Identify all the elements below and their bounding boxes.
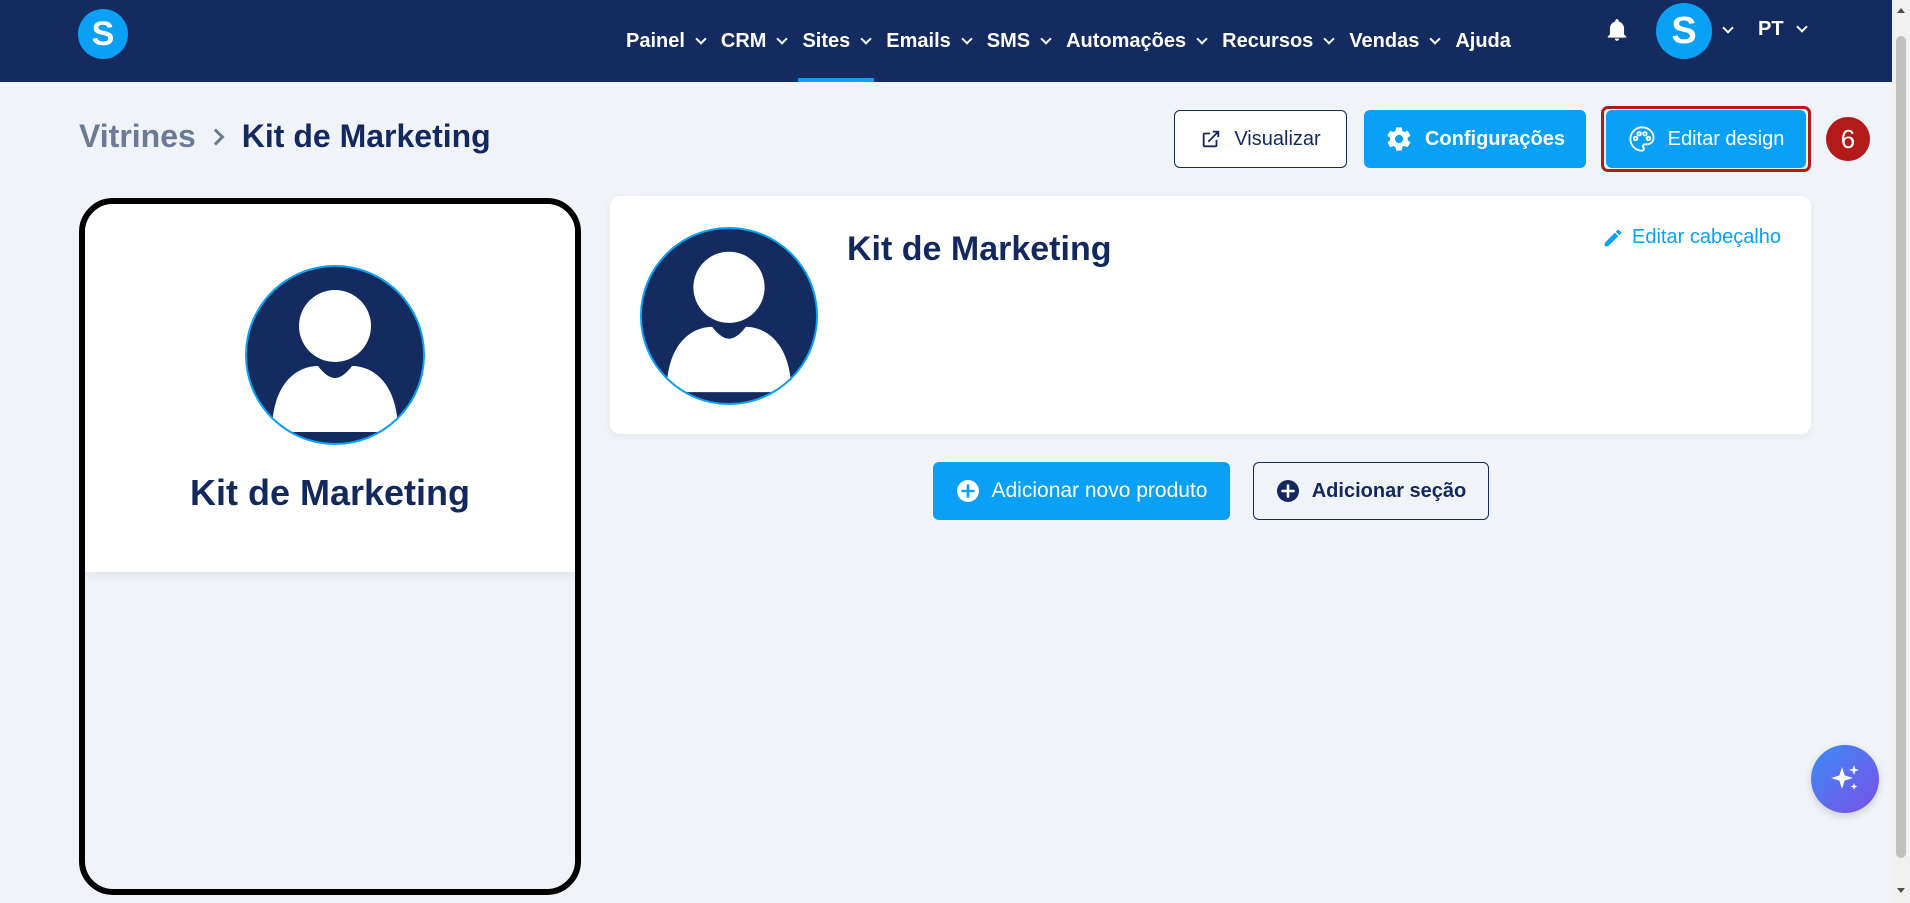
top-navbar: S Painel CRM Sites Emails SMS Automações… [0, 0, 1892, 82]
breadcrumb: Vitrines Kit de Marketing [79, 118, 491, 155]
chevron-down-icon [695, 32, 707, 45]
pencil-icon [1604, 229, 1622, 246]
add-section-label: Adicionar seção [1311, 479, 1467, 502]
edit-design-button-label: Editar design [1667, 127, 1785, 150]
page-title: Kit de Marketing [241, 118, 491, 154]
nav-item-label: Emails [886, 29, 951, 52]
profile-avatar-icon[interactable] [639, 226, 819, 406]
nav-item-recursos[interactable]: Recursos [1216, 0, 1339, 82]
sparkles-icon [1831, 765, 1859, 790]
edit-header-label: Editar cabeçalho [1632, 226, 1781, 248]
preview-button-label: Visualizar [1234, 127, 1321, 150]
bell-icon[interactable] [1604, 17, 1630, 43]
edit-header-link[interactable]: Editar cabeçalho [1602, 226, 1781, 249]
nav-item-label: SMS [986, 29, 1031, 52]
nav-item-painel[interactable]: Painel [620, 0, 711, 82]
nav-item-label: CRM [720, 29, 767, 52]
chevron-down-icon [1323, 32, 1335, 45]
nav-item-vendas[interactable]: Vendas [1343, 0, 1445, 82]
settings-button[interactable]: Configurações [1364, 110, 1586, 168]
add-product-button[interactable]: Adicionar novo produto [933, 462, 1230, 520]
language-selector[interactable]: PT [1758, 18, 1808, 41]
gear-icon [1387, 127, 1411, 151]
phone-preview-title: Kit de Marketing [189, 472, 471, 513]
scroll-up-arrow-icon[interactable] [1897, 8, 1905, 13]
phone-preview-header: Kit de Marketing [85, 204, 575, 572]
chevron-down-icon [1196, 32, 1208, 45]
chevron-down-icon[interactable] [1722, 22, 1734, 34]
chevron-down-icon [1429, 32, 1442, 45]
nav-item-sites[interactable]: Sites [796, 0, 876, 82]
nav-item-label: Painel [626, 29, 685, 52]
add-section-button[interactable]: Adicionar seção [1253, 462, 1489, 520]
external-link-icon [1203, 130, 1220, 148]
header-card: Kit de Marketing Editar cabeçalho [610, 196, 1811, 434]
nav-item-label: Ajuda [1455, 29, 1511, 52]
chevron-down-icon [860, 32, 872, 45]
palette-icon [1629, 126, 1655, 152]
profile-avatar-icon [245, 265, 425, 445]
breadcrumb-parent-link[interactable]: Vitrines [79, 118, 196, 155]
nav-item-automacoes[interactable]: Automações [1060, 0, 1212, 82]
plus-circle-icon [956, 480, 979, 502]
step-badge: 6 [1826, 117, 1870, 161]
nav-item-ajuda[interactable]: Ajuda [1449, 0, 1517, 82]
scroll-down-arrow-icon[interactable] [1897, 888, 1905, 893]
nav-item-label: Sites [802, 29, 851, 52]
page-scrollbar[interactable] [1892, 0, 1910, 903]
ai-assistant-button[interactable] [1811, 745, 1879, 813]
add-product-label: Adicionar novo produto [991, 479, 1208, 502]
nav-item-label: Recursos [1222, 29, 1314, 52]
nav-item-label: Automações [1066, 29, 1187, 52]
chevron-down-icon [776, 32, 789, 45]
nav-item-sms[interactable]: SMS [981, 0, 1056, 82]
app-logo[interactable]: S [78, 9, 128, 59]
scrollbar-thumb[interactable] [1896, 36, 1906, 858]
header-card-title: Kit de Marketing [847, 230, 1112, 268]
preview-button[interactable]: Visualizar [1174, 110, 1347, 168]
language-label: PT [1758, 18, 1784, 40]
chevron-down-icon [1795, 21, 1808, 33]
nav-item-label: Vendas [1349, 29, 1420, 52]
main-nav: Painel CRM Sites Emails SMS Automações R… [620, 0, 1521, 82]
settings-button-label: Configurações [1424, 127, 1566, 150]
user-avatar[interactable]: S [1656, 3, 1712, 59]
edit-design-button[interactable]: Editar design [1606, 110, 1806, 168]
phone-preview: Kit de Marketing [79, 198, 581, 895]
nav-item-emails[interactable]: Emails [880, 0, 976, 82]
nav-item-crm[interactable]: CRM [715, 0, 793, 82]
chevron-right-icon [207, 128, 225, 145]
plus-circle-icon [1276, 480, 1299, 502]
chevron-down-icon [1040, 32, 1052, 45]
chevron-down-icon [961, 32, 973, 45]
